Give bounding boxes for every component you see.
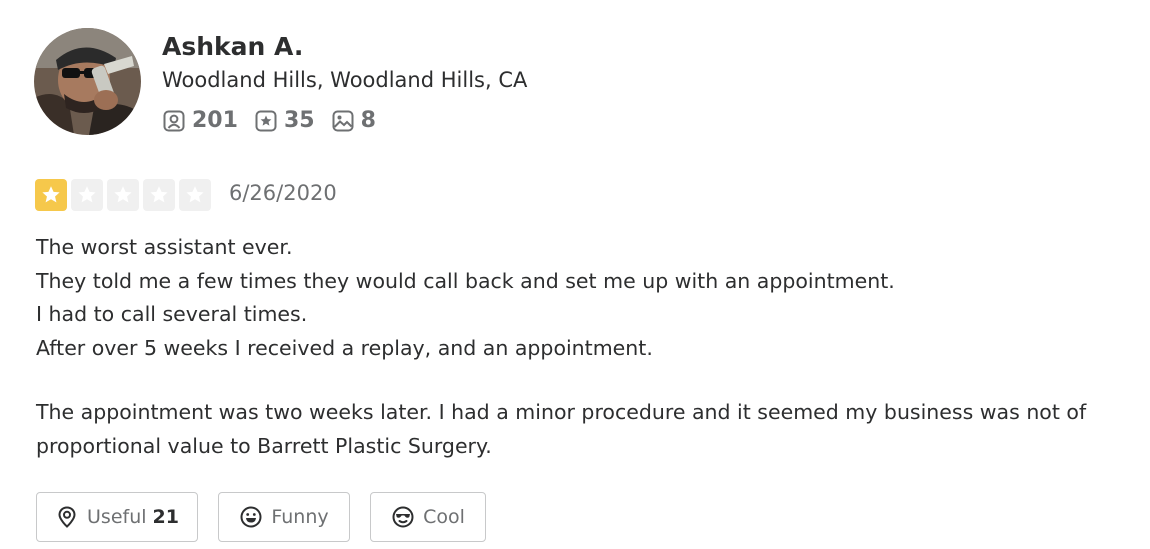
rating-star-5 xyxy=(179,179,211,211)
reviews-star-icon xyxy=(255,110,277,131)
review-body: The worst assistant ever. They told me a… xyxy=(36,231,1131,463)
rating-star-3 xyxy=(107,179,139,211)
useful-count: 21 xyxy=(152,506,179,528)
reviews-count: 35 xyxy=(283,108,315,133)
friends-icon xyxy=(163,110,185,131)
photos-stat: 8 xyxy=(331,108,376,133)
star-icon xyxy=(150,186,168,203)
cool-label: Cool xyxy=(423,506,465,528)
photos-icon xyxy=(332,110,354,131)
cool-button[interactable]: Cool xyxy=(370,492,486,542)
funny-label: Funny xyxy=(271,506,329,528)
user-avatar[interactable] xyxy=(34,28,141,135)
star-icon xyxy=(114,186,132,203)
star-icon xyxy=(186,186,204,203)
review-line: After over 5 weeks I received a replay, … xyxy=(36,335,653,360)
friends-count: 201 xyxy=(192,108,238,133)
useful-button[interactable]: Useful 21 xyxy=(36,492,198,542)
useful-label: Useful xyxy=(87,506,147,528)
review-line: They told me a few times they would call… xyxy=(36,268,895,293)
review-date: 6/26/2020 xyxy=(229,181,337,205)
star-icon xyxy=(78,186,96,203)
reviews-stat: 35 xyxy=(254,108,315,133)
sunglasses-icon xyxy=(392,506,414,528)
rating-star-4 xyxy=(143,179,175,211)
funny-button[interactable]: Funny xyxy=(218,492,350,542)
user-location: Woodland Hills, Woodland Hills, CA xyxy=(162,68,528,92)
star-rating xyxy=(35,179,215,211)
friends-stat: 201 xyxy=(162,108,238,133)
review-line: The appointment was two weeks later. I h… xyxy=(36,400,1087,458)
user-stats: 201 35 8 xyxy=(162,108,392,133)
review-line: The worst assistant ever. xyxy=(36,235,293,259)
avatar-photo xyxy=(34,28,141,135)
smile-icon xyxy=(240,506,262,528)
photos-count: 8 xyxy=(360,108,376,133)
rating-star-1 xyxy=(35,179,67,211)
review-line: I had to call several times. xyxy=(36,302,308,326)
lightbulb-icon xyxy=(58,506,76,528)
star-icon xyxy=(42,186,60,203)
rating-star-2 xyxy=(71,179,103,211)
user-name[interactable]: Ashkan A. xyxy=(162,32,303,61)
